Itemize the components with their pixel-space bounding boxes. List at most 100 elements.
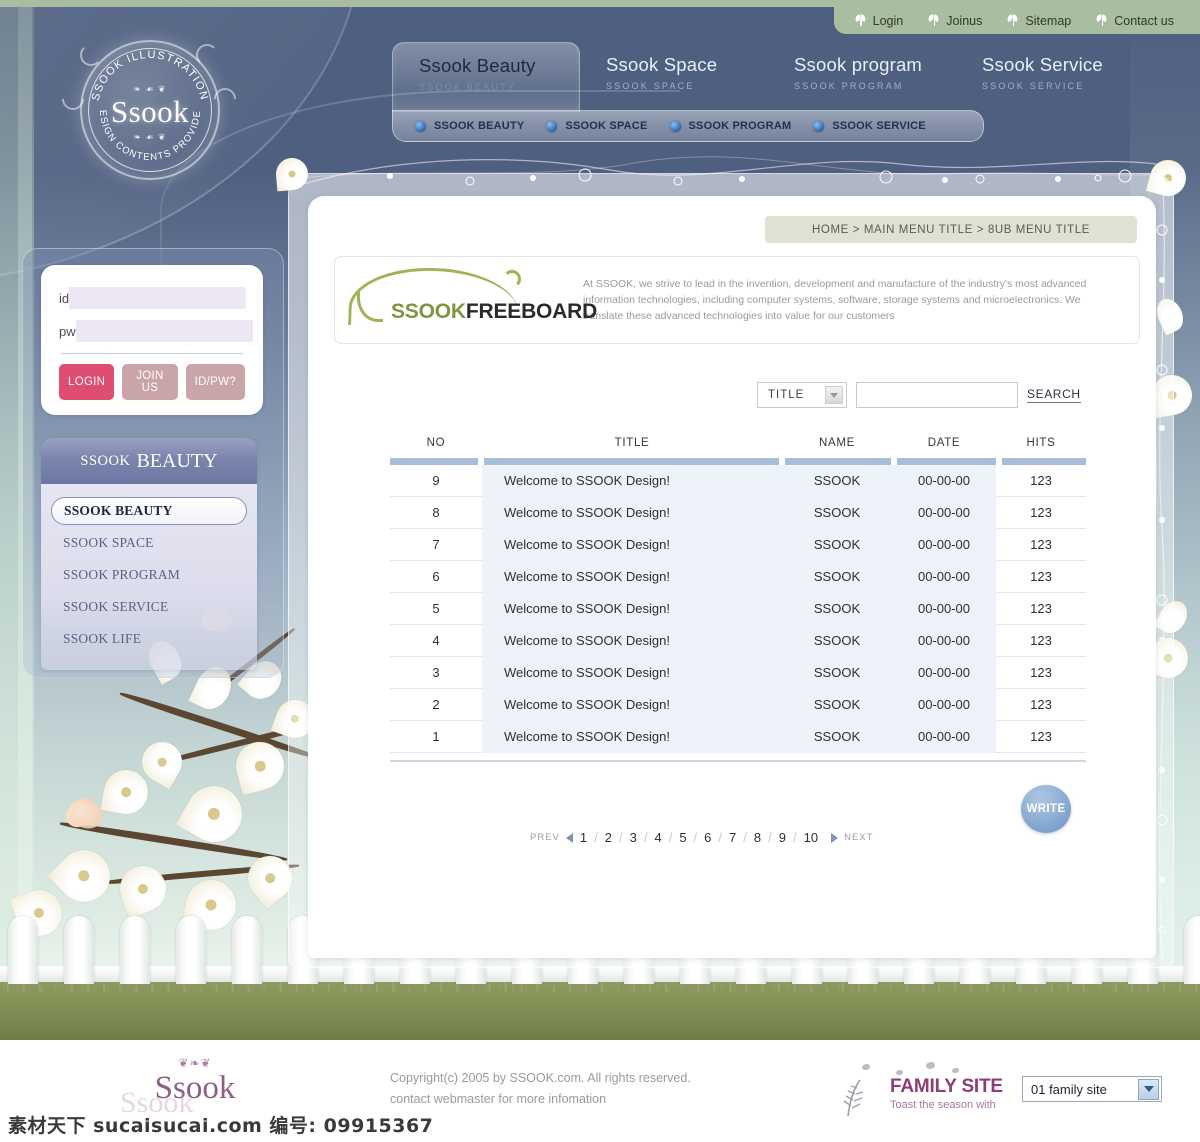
- footer-copyright: Copyright(c) 2005 by SSOOK.com. All righ…: [390, 1068, 810, 1111]
- table-row[interactable]: 3 Welcome to SSOOK Design! SSOOK 00-00-0…: [390, 656, 1086, 689]
- table-row[interactable]: 2 Welcome to SSOOK Design! SSOOK 00-00-0…: [390, 688, 1086, 721]
- main-nav-tabs: Ssook Beauty SSOOK BEAUTY Ssook Space SS…: [392, 42, 1182, 112]
- tab-ssook-space-title: Ssook Space: [606, 54, 718, 75]
- write-button[interactable]: WRITE: [1021, 785, 1071, 833]
- pagination-prev-label[interactable]: PREV: [530, 832, 560, 843]
- next-arrow-icon[interactable]: [831, 832, 839, 843]
- sidebar-item-ssook-life[interactable]: SSOOK LIFE: [51, 625, 247, 653]
- page-2[interactable]: 2: [604, 830, 613, 845]
- cell-name: SSOOK: [782, 656, 892, 689]
- search-button[interactable]: SEARCH: [1027, 387, 1081, 403]
- tab-ssook-program[interactable]: Ssook program SSOOK PROGRAM: [768, 42, 956, 112]
- tab-ssook-beauty[interactable]: Ssook Beauty SSOOK BEAUTY: [392, 42, 580, 112]
- topnav-login-link[interactable]: Login: [856, 14, 903, 28]
- table-row[interactable]: 7 Welcome to SSOOK Design! SSOOK 00-00-0…: [390, 528, 1086, 561]
- butterfly-icon-footer-3: [926, 1062, 935, 1069]
- subnav-item-ssook-beauty[interactable]: SSOOK BEAUTY: [415, 120, 524, 132]
- login-pw-input[interactable]: [75, 320, 253, 342]
- table-row[interactable]: 1 Welcome to SSOOK Design! SSOOK 00-00-0…: [390, 720, 1086, 753]
- page-8[interactable]: 8: [753, 830, 762, 845]
- search-bar: TITLE SEARCH: [757, 382, 1087, 408]
- page-4[interactable]: 4: [653, 830, 662, 845]
- footer-logo-ornament: ❦❧❦: [178, 1056, 212, 1070]
- page-7[interactable]: 7: [728, 830, 737, 845]
- tab-ssook-service-sub: SSOOK SERVICE: [982, 81, 1085, 91]
- chevron-down-icon: [825, 386, 843, 404]
- subnav-ssook-beauty-label: SSOOK BEAUTY: [434, 120, 525, 132]
- login-button[interactable]: LOGIN: [59, 364, 115, 400]
- pagination-next-label[interactable]: NEXT: [844, 832, 873, 843]
- topnav-contactus-link[interactable]: Contact us: [1097, 14, 1174, 28]
- topnav-sitemap-link[interactable]: Sitemap: [1008, 14, 1071, 28]
- column-header-title: TITLE: [614, 437, 650, 449]
- cell-name: SSOOK: [782, 560, 892, 593]
- site-logo[interactable]: SSOOK ILLUSTRATION DESIGN CONTENTS PROVI…: [57, 28, 241, 200]
- login-pw-label: pw: [59, 323, 76, 339]
- page-3[interactable]: 3: [629, 830, 638, 845]
- page-5[interactable]: 5: [678, 830, 687, 845]
- cell-title[interactable]: Welcome to SSOOK Design!: [482, 720, 782, 753]
- board-header: SSOOKFREEBOARD At SSOOK, we strive to le…: [334, 256, 1140, 344]
- join-us-button[interactable]: JOIN US: [122, 364, 178, 400]
- sprout-icon: [1097, 15, 1108, 26]
- table-row[interactable]: 9 Welcome to SSOOK Design! SSOOK 00-00-0…: [390, 464, 1086, 497]
- sidebar-item-ssook-service[interactable]: SSOOK SERVICE: [51, 593, 247, 621]
- column-header-date: DATE: [927, 437, 961, 449]
- login-id-input[interactable]: [69, 287, 247, 309]
- tab-ssook-space[interactable]: Ssook Space SSOOK SPACE: [580, 42, 768, 112]
- butterfly-icon-footer-4: [952, 1068, 959, 1073]
- cell-title[interactable]: Welcome to SSOOK Design!: [482, 656, 782, 689]
- subnav-item-ssook-space[interactable]: SSOOK SPACE: [546, 120, 647, 132]
- cell-date: 00-00-00: [892, 528, 996, 561]
- page-10[interactable]: 10: [803, 830, 819, 845]
- cell-name: SSOOK: [782, 496, 892, 529]
- table-row[interactable]: 8 Welcome to SSOOK Design! SSOOK 00-00-0…: [390, 496, 1086, 529]
- table-row[interactable]: 6 Welcome to SSOOK Design! SSOOK 00-00-0…: [390, 560, 1086, 593]
- table-row[interactable]: 4 Welcome to SSOOK Design! SSOOK 00-00-0…: [390, 624, 1086, 657]
- cell-date: 00-00-00: [892, 656, 996, 689]
- page-9[interactable]: 9: [778, 830, 787, 845]
- subnav-item-ssook-service[interactable]: SSOOK SERVICE: [813, 120, 926, 132]
- page-1[interactable]: 1: [579, 830, 588, 845]
- prev-arrow-icon[interactable]: [565, 832, 573, 843]
- board-title: SSOOKFREEBOARD: [391, 300, 597, 324]
- cell-hits: 123: [1030, 664, 1052, 680]
- search-input[interactable]: [856, 382, 1018, 408]
- cell-name: SSOOK: [782, 624, 892, 657]
- cell-title[interactable]: Welcome to SSOOK Design!: [482, 496, 782, 529]
- cell-no: 6: [432, 568, 440, 584]
- copyright-line-1: Copyright(c) 2005 by SSOOK.com. All righ…: [390, 1071, 691, 1085]
- page-6[interactable]: 6: [703, 830, 712, 845]
- cell-title[interactable]: Welcome to SSOOK Design!: [482, 688, 782, 721]
- column-header-no: NO: [426, 437, 446, 449]
- cell-title[interactable]: Welcome to SSOOK Design!: [482, 624, 782, 657]
- family-site-select[interactable]: 01 family site: [1022, 1076, 1162, 1102]
- cell-hits: 123: [1030, 568, 1052, 584]
- cell-hits: 123: [1030, 632, 1052, 648]
- table-footer-rule: [390, 753, 1086, 762]
- sidebar-item-ssook-program[interactable]: SSOOK PROGRAM: [51, 561, 247, 589]
- bullet-icon: [669, 120, 681, 132]
- sidebar-item-ssook-space[interactable]: SSOOK SPACE: [51, 529, 247, 557]
- login-id-row: id: [59, 287, 247, 309]
- cell-title[interactable]: Welcome to SSOOK Design!: [482, 528, 782, 561]
- sidebar-item-ssook-beauty[interactable]: SSOOK BEAUTY: [51, 497, 247, 525]
- login-buttons: LOGIN JOIN US ID/PW?: [59, 364, 245, 400]
- cell-title[interactable]: Welcome to SSOOK Design!: [482, 560, 782, 593]
- bullet-icon: [415, 120, 426, 132]
- search-field-select[interactable]: TITLE: [757, 382, 847, 408]
- cell-no: 8: [432, 504, 440, 520]
- find-idpw-button[interactable]: ID/PW?: [185, 364, 245, 400]
- table-row[interactable]: 5 Welcome to SSOOK Design! SSOOK 00-00-0…: [390, 592, 1086, 625]
- cell-name: SSOOK: [782, 528, 892, 561]
- cell-no: 4: [432, 632, 440, 648]
- subnav-ssook-space-label: SSOOK SPACE: [565, 120, 648, 132]
- family-site-text: FAMILY SITE Toast the season with: [890, 1076, 1003, 1111]
- cell-title[interactable]: Welcome to SSOOK Design!: [482, 592, 782, 625]
- board-title-green: SSOOK: [391, 300, 466, 323]
- topnav-joinus-link[interactable]: Joinus: [929, 14, 982, 28]
- subnav-item-ssook-program[interactable]: SSOOK PROGRAM: [669, 120, 792, 132]
- sidebar-item-label: SSOOK PROGRAM: [63, 567, 181, 582]
- cell-title[interactable]: Welcome to SSOOK Design!: [482, 464, 782, 497]
- tab-ssook-service[interactable]: Ssook Service SSOOK SERVICE: [956, 42, 1144, 112]
